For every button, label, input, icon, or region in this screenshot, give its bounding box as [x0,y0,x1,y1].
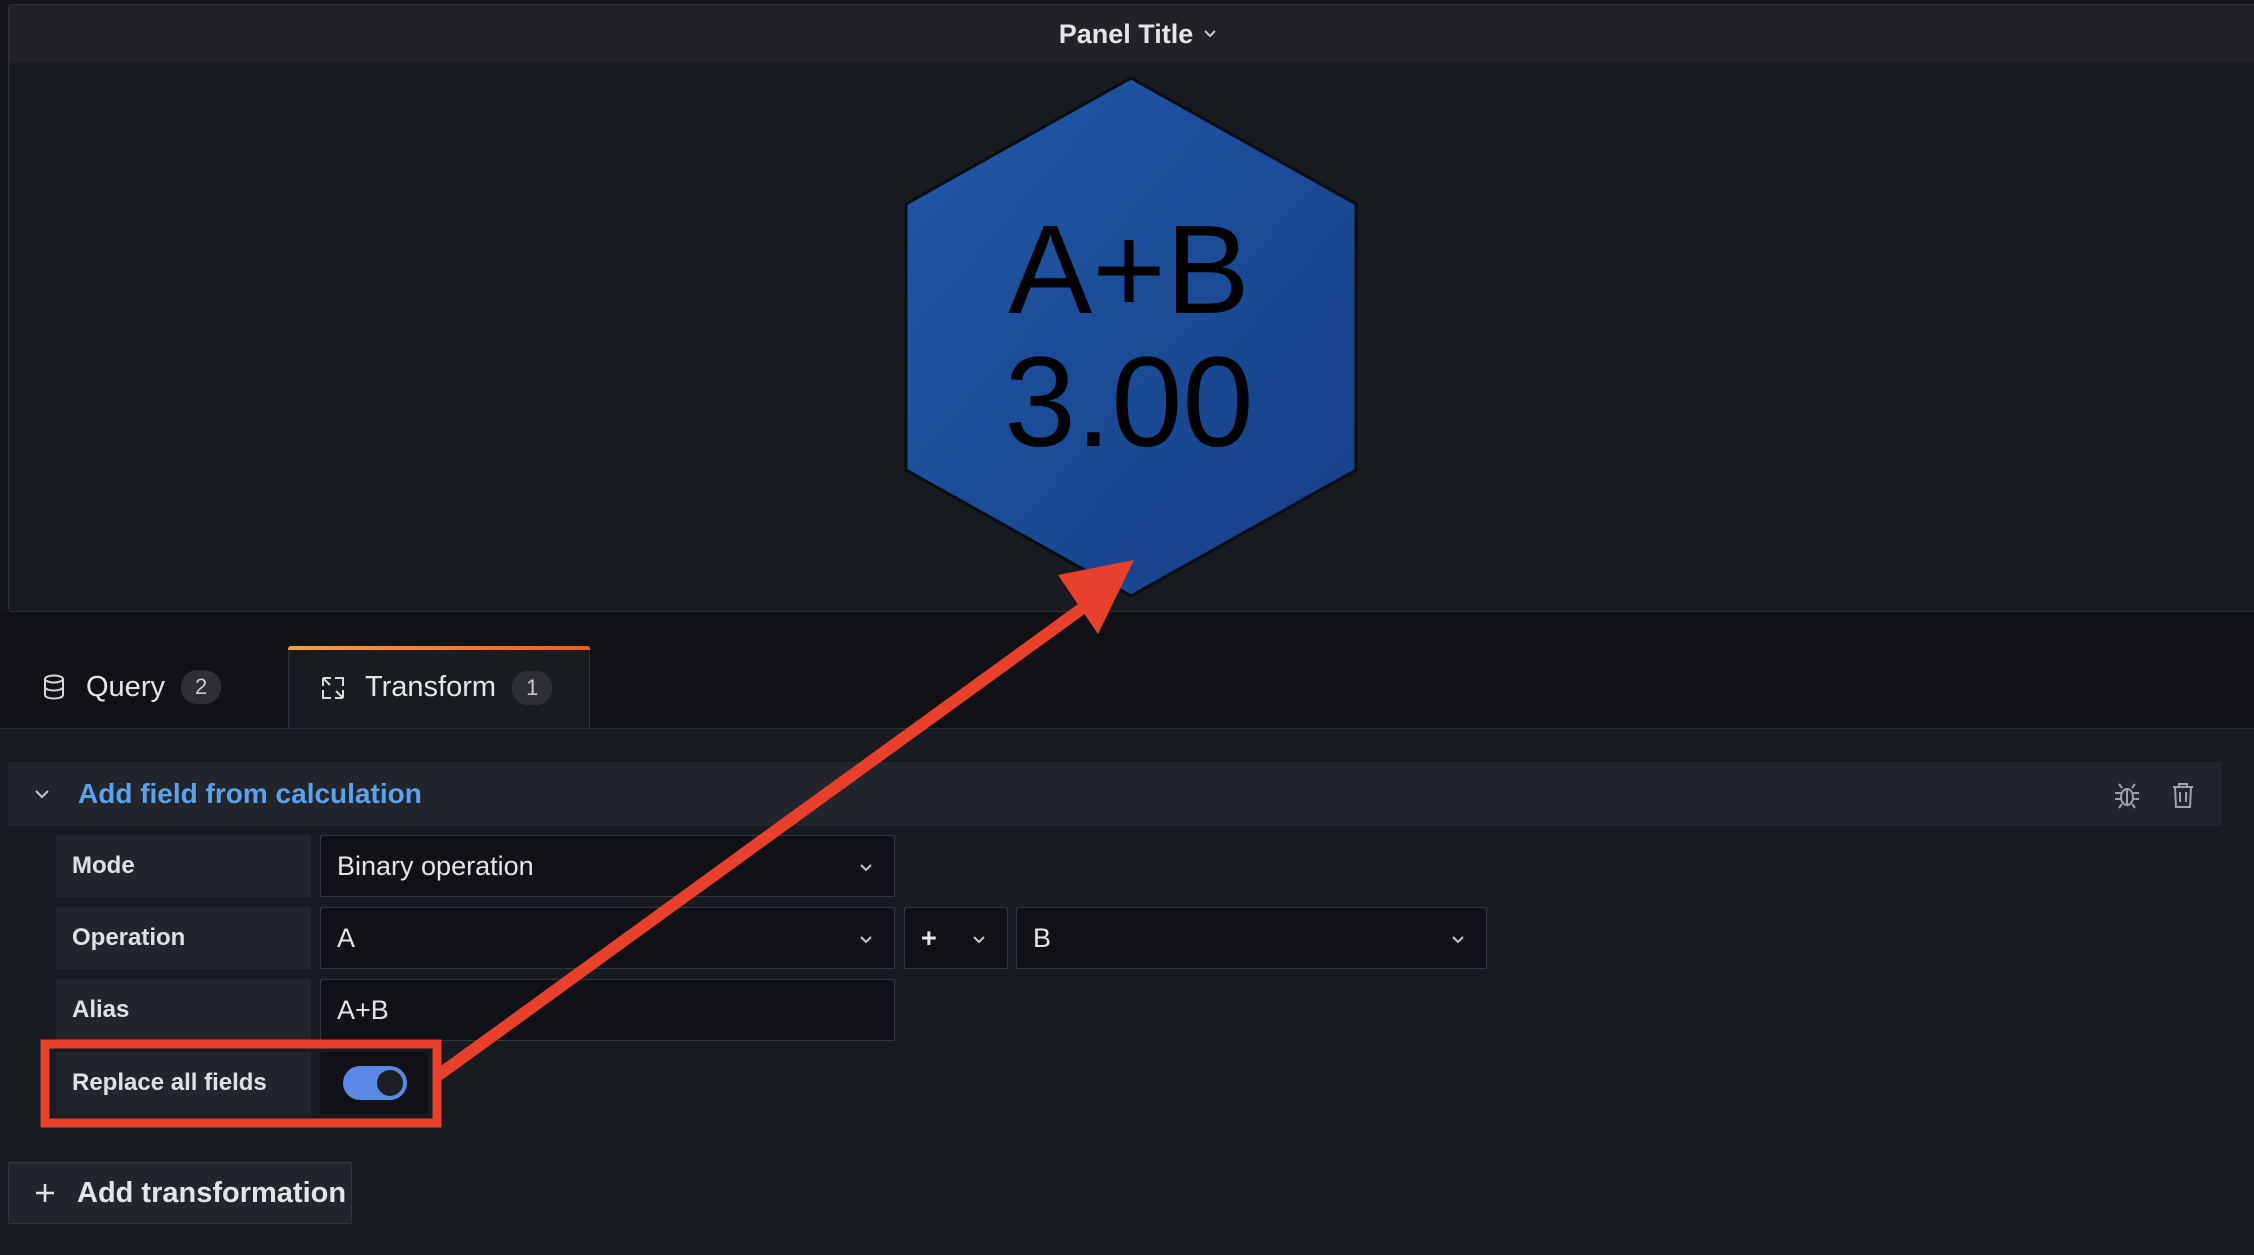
database-icon [44,674,64,700]
operation-right-select[interactable]: B [1016,907,1487,969]
tab-query[interactable]: Query 2 [40,646,222,728]
operation-left-value: A [337,922,356,953]
tab-query-count: 2 [180,670,222,704]
chevron-down-icon[interactable] [32,784,52,804]
replace-all-toggle[interactable] [343,1066,407,1100]
stat-value: 3.00 [1004,331,1254,474]
chevron-down-icon[interactable] [1203,27,1217,41]
plus-icon [36,1184,54,1202]
transformation-actions [2112,780,2198,810]
alias-label: Alias [56,979,311,1041]
tab-transform-label: Transform [365,671,497,703]
operation-right-value: B [1033,922,1052,953]
add-transformation-label: Add transformation [77,1176,347,1209]
tab-transform[interactable]: Transform 1 [288,646,590,728]
stat-text: A+B 3.00 [898,72,1360,602]
add-transformation-button[interactable]: Add transformation [8,1162,352,1224]
trash-icon[interactable] [2168,780,2198,810]
mode-value: Binary operation [337,850,534,881]
debug-icon[interactable] [2112,780,2142,810]
chevron-down-icon [973,936,985,944]
operation-label: Operation [56,907,311,969]
panel-title[interactable]: Panel Title [1059,19,1194,50]
transformation-header[interactable]: Add field from calculation [8,762,2222,826]
transformation-title[interactable]: Add field from calculation [78,778,422,810]
stat-hexagon: A+B 3.00 [898,72,1360,602]
alias-value: A+B [337,994,389,1025]
tab-query-label: Query [86,670,165,703]
transform-icon [322,676,344,699]
mode-label: Mode [56,835,311,897]
chevron-down-icon [1452,936,1464,944]
tab-transform-count: 1 [512,670,553,705]
chevron-down-icon [860,936,872,944]
editor-tabs: Query 2 Transform 1 [0,646,2254,728]
operation-left-select[interactable]: A [320,907,895,969]
panel-header[interactable]: Panel Title [9,5,2254,63]
operator-select[interactable]: + [904,907,1008,969]
toggle-knob [377,1070,403,1096]
alias-input[interactable]: A+B [320,979,895,1041]
operator-value: + [921,922,937,953]
replace-all-label: Replace all fields [56,1052,311,1114]
chevron-down-icon [860,864,872,872]
mode-select[interactable]: Binary operation [320,835,895,897]
stat-name: A+B [1008,199,1250,340]
